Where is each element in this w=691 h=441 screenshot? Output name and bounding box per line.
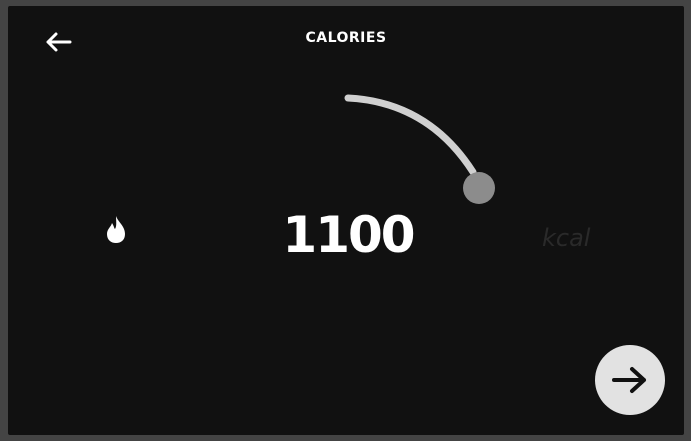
unit-label: kcal xyxy=(542,224,591,252)
dial-knob[interactable] xyxy=(463,172,495,204)
arrow-right-icon xyxy=(612,367,646,393)
calorie-value: 1100 xyxy=(282,206,415,264)
page-title: CALORIES xyxy=(305,30,387,46)
next-button[interactable] xyxy=(595,345,665,415)
dial-track xyxy=(344,94,477,176)
screen: CALORIES 1100 kcal xyxy=(8,6,684,435)
device-frame: CALORIES 1100 kcal xyxy=(0,0,691,441)
flame-icon xyxy=(107,216,125,243)
